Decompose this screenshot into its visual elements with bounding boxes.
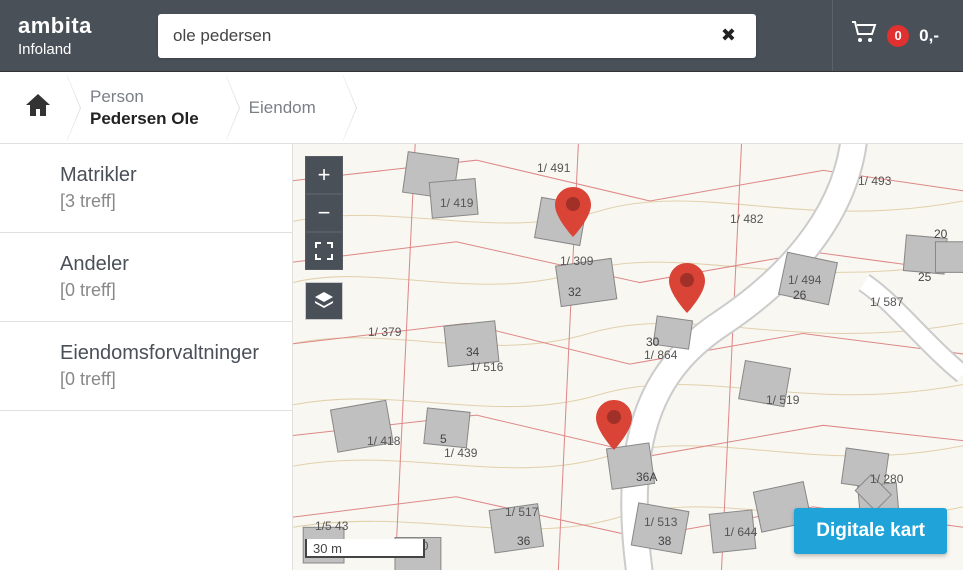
sidebar: Matrikler [3 treff] Andeler [0 treff] Ei… [0, 144, 293, 570]
breadcrumb-person-label: Person [90, 87, 199, 107]
sidebar-item-matrikler[interactable]: Matrikler [3 treff] [0, 144, 292, 233]
breadcrumb-person-value: Pedersen Ole [90, 109, 199, 129]
parcel-label: 1/ 439 [444, 446, 477, 460]
parcel-label: 1/ 309 [560, 254, 593, 268]
breadcrumb-eiendom-label: Eiendom [249, 98, 316, 118]
search-input[interactable] [173, 26, 716, 46]
parcel-label: 1/ 517 [505, 505, 538, 519]
parcel-label: 1/ 418 [367, 434, 400, 448]
search-wrap: ✖ [148, 14, 832, 58]
cart-icon [851, 21, 877, 50]
house-number: 5 [440, 432, 447, 446]
house-number: 36 [517, 534, 530, 548]
house-number: 25 [918, 270, 931, 284]
layers-button[interactable] [305, 282, 343, 320]
parcel-label: 1/ 864 [644, 348, 677, 362]
main: Matrikler [3 treff] Andeler [0 treff] Ei… [0, 144, 963, 570]
parcel-label: 1/ 493 [858, 174, 891, 188]
house-number: 32 [568, 285, 581, 299]
map-area[interactable]: + − 1/ 491 1/ 419 1/ 482 1/ 493 1/ 309 1/ 494… [293, 144, 963, 570]
sidebar-item-title: Andeler [60, 253, 267, 276]
map-pin[interactable] [596, 400, 632, 450]
brand-title: ambita [18, 13, 130, 39]
parcel-label: 1/ 587 [870, 295, 903, 309]
header: ambita Infoland ✖ 0 0,- [0, 0, 963, 72]
sidebar-item-title: Eiendomsforvaltninger [60, 342, 267, 365]
sidebar-item-andeler[interactable]: Andeler [0 treff] [0, 233, 292, 322]
map-pin[interactable] [555, 187, 591, 237]
house-number: 34 [466, 345, 479, 359]
brand-logo[interactable]: ambita Infoland [10, 13, 148, 58]
brand-subtitle: Infoland [18, 41, 130, 58]
sidebar-item-hits: [0 treff] [60, 280, 267, 301]
parcel-label: 1/5 43 [315, 519, 348, 533]
clear-icon[interactable]: ✖ [716, 20, 741, 51]
house-number: 38 [658, 534, 671, 548]
breadcrumb-eiendom[interactable]: Eiendom [227, 86, 344, 130]
house-number: 30 [646, 335, 659, 349]
house-number: 36A [636, 470, 657, 484]
cart-price: 0,- [919, 26, 939, 46]
map-background [293, 144, 963, 570]
sidebar-item-hits: [3 treff] [60, 191, 267, 212]
zoom-in-button[interactable]: + [305, 156, 343, 194]
layers-icon [314, 291, 334, 311]
breadcrumb-home[interactable] [8, 82, 68, 134]
house-number: 26 [793, 288, 806, 302]
breadcrumb: Person Pedersen Ole Eiendom [0, 72, 963, 144]
cart-count-badge: 0 [887, 25, 909, 47]
parcel-label: 1/ 519 [766, 393, 799, 407]
digital-maps-button[interactable]: Digitale kart [794, 508, 947, 554]
sidebar-item-title: Matrikler [60, 164, 267, 187]
parcel-label: 1/ 516 [470, 360, 503, 374]
home-icon [26, 94, 50, 116]
cart-button[interactable]: 0 0,- [832, 0, 963, 71]
map-scale: 30 m [305, 539, 425, 558]
parcel-label: 1/ 482 [730, 212, 763, 226]
search-box: ✖ [158, 14, 756, 58]
sidebar-item-eiendomsforvaltninger[interactable]: Eiendomsforvaltninger [0 treff] [0, 322, 292, 411]
map-controls: + − [305, 156, 343, 320]
map-pin[interactable] [669, 263, 705, 313]
parcel-label: 1/ 644 [724, 525, 757, 539]
house-number: 20 [934, 227, 947, 241]
parcel-label: 1/ 491 [537, 161, 570, 175]
fullscreen-button[interactable] [305, 232, 343, 270]
parcel-label: 1/ 280 [870, 472, 903, 486]
parcel-label: 1/ 494 [788, 273, 821, 287]
parcel-label: 1/ 419 [440, 196, 473, 210]
fullscreen-icon [315, 242, 333, 260]
parcel-label: 1/ 513 [644, 515, 677, 529]
zoom-out-button[interactable]: − [305, 194, 343, 232]
sidebar-item-hits: [0 treff] [60, 369, 267, 390]
parcel-label: 1/ 379 [368, 325, 401, 339]
breadcrumb-person[interactable]: Person Pedersen Ole [68, 75, 227, 141]
